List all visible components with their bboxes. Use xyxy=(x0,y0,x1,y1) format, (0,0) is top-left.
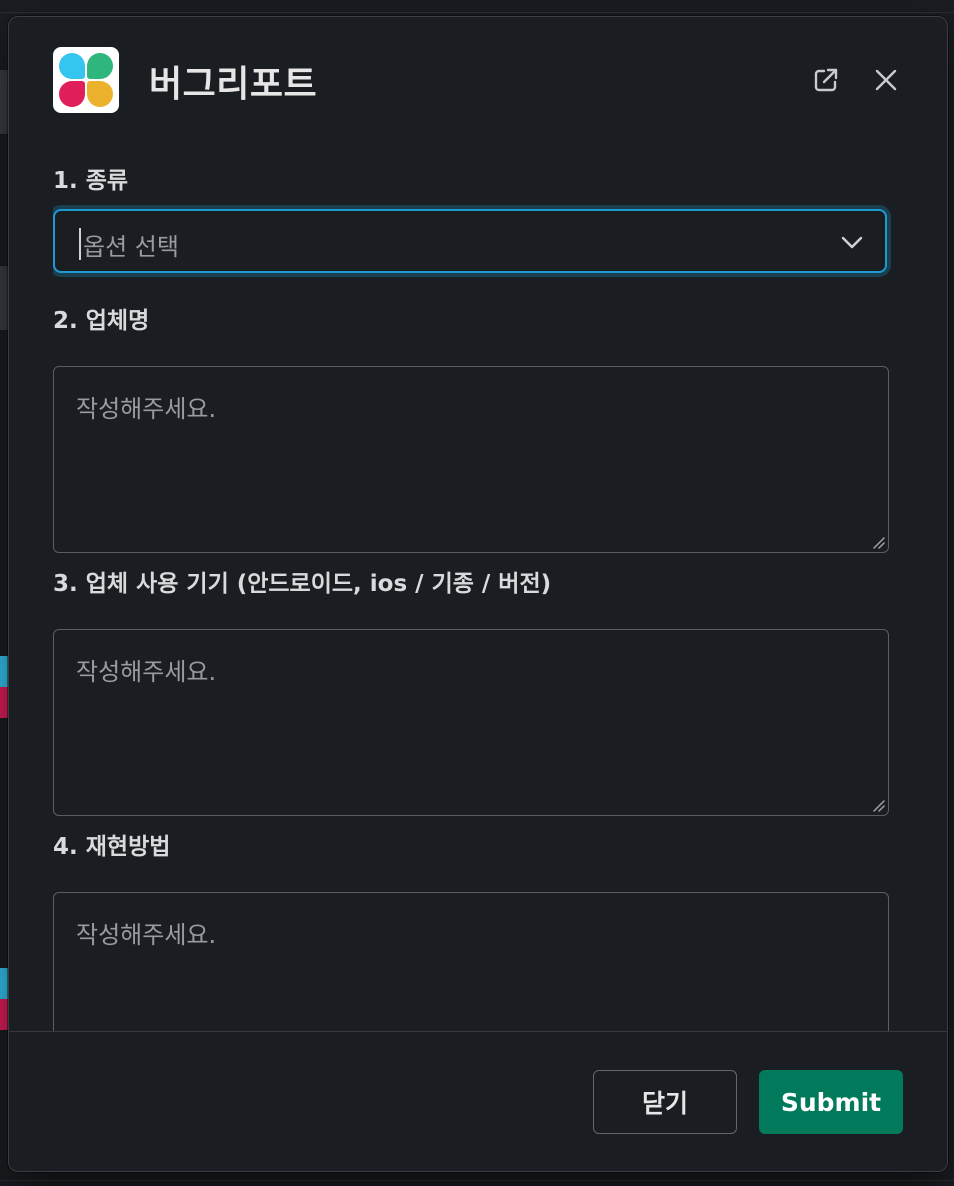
chevron-down-icon xyxy=(841,236,863,249)
modal-body: 1. 종류 옵션 선택 2. 업체명 3. 업체 사용 기기 (안드로이드, i… xyxy=(53,145,891,1031)
submit-button[interactable]: Submit xyxy=(759,1070,903,1134)
kind-label: 1. 종류 xyxy=(53,168,129,194)
modal-footer: 닫기 Submit xyxy=(9,1031,947,1171)
repro-label: 4. 재현방법 xyxy=(53,834,171,860)
close-button[interactable]: 닫기 xyxy=(593,1070,737,1134)
close-icon xyxy=(875,69,897,91)
company-label: 2. 업체명 xyxy=(53,308,150,334)
slack-logo-icon xyxy=(53,47,119,113)
resize-grip-icon[interactable] xyxy=(871,798,885,812)
modal-header: 버그리포트 xyxy=(9,17,947,145)
company-field[interactable] xyxy=(53,366,889,553)
background-divider-bottom xyxy=(0,1180,954,1181)
device-field[interactable] xyxy=(53,629,889,816)
background-divider-top xyxy=(0,12,954,13)
bug-report-modal: 버그리포트 1. 종류 옵션 선택 2. 업체명 작성해주세요. 3. 업체 사… xyxy=(8,16,948,1172)
repro-field[interactable] xyxy=(53,892,889,1031)
external-link-icon xyxy=(814,68,838,92)
kind-select[interactable]: 옵션 선택 xyxy=(53,209,887,273)
kind-select-placeholder: 옵션 선택 xyxy=(83,233,179,261)
resize-grip-icon[interactable] xyxy=(871,535,885,549)
close-modal-button[interactable] xyxy=(869,63,903,97)
open-external-button[interactable] xyxy=(809,63,843,97)
text-cursor xyxy=(79,228,81,260)
modal-title: 버그리포트 xyxy=(149,64,318,105)
device-label: 3. 업체 사용 기기 (안드로이드, ios / 기종 / 버전) xyxy=(53,571,552,597)
